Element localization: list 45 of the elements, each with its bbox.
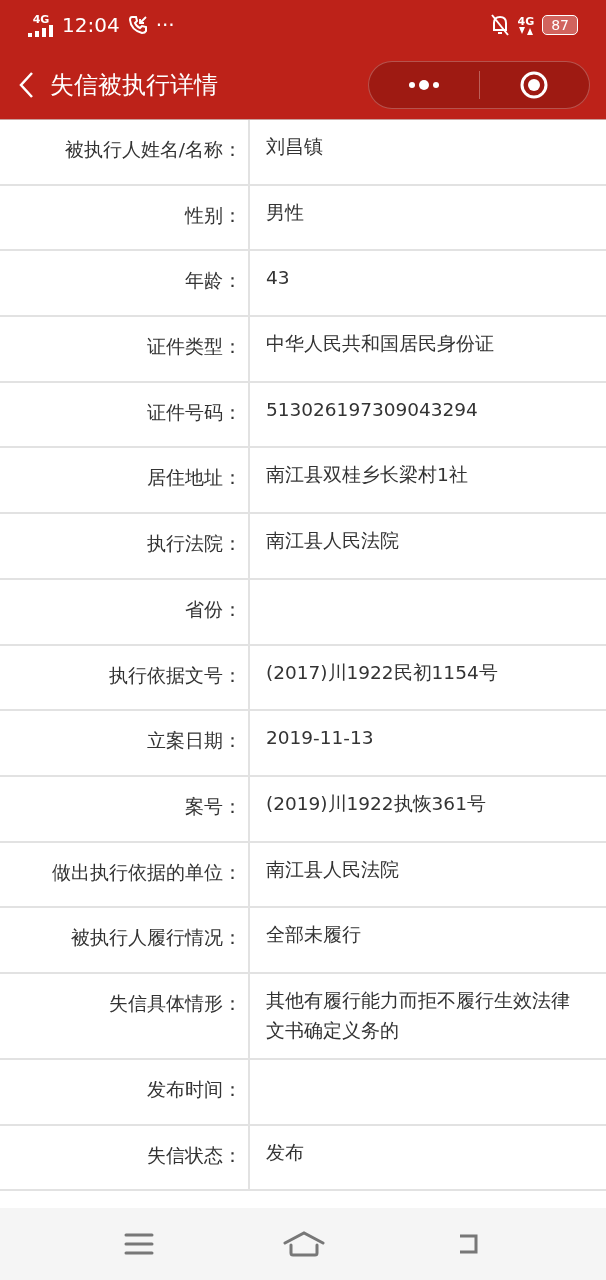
field-value: (2017)川1922民初1154号 xyxy=(266,661,498,683)
field-value: 全部未履行 xyxy=(266,924,361,946)
menu-icon[interactable] xyxy=(124,1232,155,1256)
home-icon[interactable] xyxy=(283,1231,325,1257)
field-label: 证件号码： xyxy=(0,382,250,447)
field-value: 南江县双桂乡长梁村1社 xyxy=(266,464,468,486)
field-value: 中华人民共和国居民身份证 xyxy=(266,333,494,355)
signal-icon xyxy=(28,24,54,37)
field-label: 立案日期： xyxy=(0,711,250,775)
field-value: 男性 xyxy=(266,201,304,223)
field-value: 2019-11-13 xyxy=(266,727,374,749)
field-value: 南江县人民法院 xyxy=(266,530,399,552)
back-icon[interactable] xyxy=(18,70,34,99)
field-label: 居住地址： xyxy=(0,448,250,513)
field-value: 刘昌镇 xyxy=(266,136,323,157)
field-value: 43 xyxy=(266,267,290,289)
field-value: 其他有履行能力而拒不履行生效法律文书确定义务的 xyxy=(266,989,570,1041)
field-label: 被执行人姓名/名称： xyxy=(0,120,250,184)
field-label: 执行依据文号： xyxy=(0,645,250,710)
field-label: 发布时间： xyxy=(0,1059,250,1124)
phone-icon xyxy=(127,15,148,35)
field-label: 案号： xyxy=(0,776,250,841)
field-label: 做出执行依据的单位： xyxy=(0,842,250,907)
field-label: 被执行人履行情况： xyxy=(0,908,250,972)
more-icon[interactable] xyxy=(407,79,440,90)
close-icon[interactable] xyxy=(519,69,550,100)
field-label: 省份： xyxy=(0,579,250,644)
data-arrows-icon xyxy=(517,26,534,35)
field-label: 年龄： xyxy=(0,251,250,316)
field-value: (2019)川1922执恢361号 xyxy=(266,792,486,814)
clock: 12:04 xyxy=(62,12,120,39)
field-label: 失信具体情形： xyxy=(0,973,250,1058)
more-indicator: ··· xyxy=(155,12,175,39)
page-title: 失信被执行详情 xyxy=(50,69,218,101)
field-value: 南江县人民法院 xyxy=(266,858,399,880)
field-label: 性别： xyxy=(0,185,250,250)
field-value: 513026197309043294 xyxy=(266,398,478,420)
network-label: 4G xyxy=(32,13,50,25)
data-type-label: 4G xyxy=(517,15,535,27)
field-label: 证件类型： xyxy=(0,317,250,381)
field-value: 发布 xyxy=(266,1141,304,1163)
field-label: 执行法院： xyxy=(0,514,250,578)
bell-off-icon xyxy=(491,14,510,36)
battery-level: 87 xyxy=(542,15,578,35)
field-label: 失信状态： xyxy=(0,1125,250,1190)
